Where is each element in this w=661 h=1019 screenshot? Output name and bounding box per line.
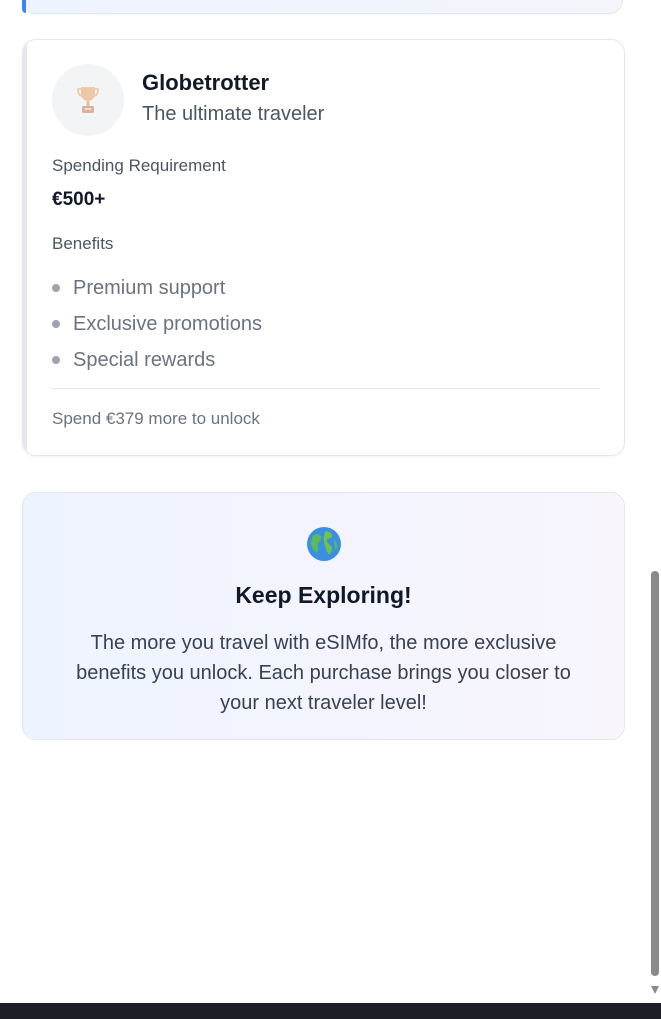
trophy-icon (77, 87, 99, 113)
spending-requirement-label: Spending Requirement (52, 156, 226, 175)
spending-requirement-value: €500+ (52, 189, 106, 210)
explore-description: The more you travel with eSIMfo, the mor… (76, 632, 571, 714)
tier-icon-badge (52, 64, 124, 136)
tier-card-globetrotter: Globetrotter The ultimate traveler Spend… (22, 39, 625, 456)
taskbar (0, 1003, 661, 1019)
tier-tagline: The ultimate traveler (142, 102, 325, 125)
benefit-text: Premium support (73, 276, 226, 299)
bullet-icon (52, 284, 60, 292)
globe-icon (307, 527, 341, 561)
benefit-text: Special rewards (73, 348, 216, 371)
keep-exploring-card: Keep Exploring! The more you travel with… (22, 492, 625, 740)
scrollbar-thumb[interactable] (651, 571, 659, 976)
benefit-text: Exclusive promotions (73, 312, 262, 335)
list-item: Exclusive promotions (52, 306, 262, 342)
tier-header: Globetrotter The ultimate traveler (52, 64, 324, 136)
bullet-icon (52, 356, 60, 364)
page: Globetrotter The ultimate traveler Spend… (0, 0, 661, 1019)
bullet-icon (52, 320, 60, 328)
tier-name: Globetrotter (142, 69, 270, 95)
unlock-progress-text: Spend €379 more to unlock (52, 409, 260, 428)
scroll-down-arrow-icon[interactable] (651, 986, 659, 994)
divider (52, 388, 600, 389)
explore-title: Keep Exploring! (235, 582, 412, 608)
previous-tier-card (22, 0, 623, 14)
list-item: Special rewards (52, 342, 262, 378)
benefits-label: Benefits (52, 234, 114, 253)
list-item: Premium support (52, 270, 262, 306)
tier-titles: Globetrotter The ultimate traveler (142, 70, 325, 128)
benefits-list: Premium support Exclusive promotions Spe… (52, 270, 262, 378)
scrollbar[interactable] (649, 0, 661, 1003)
